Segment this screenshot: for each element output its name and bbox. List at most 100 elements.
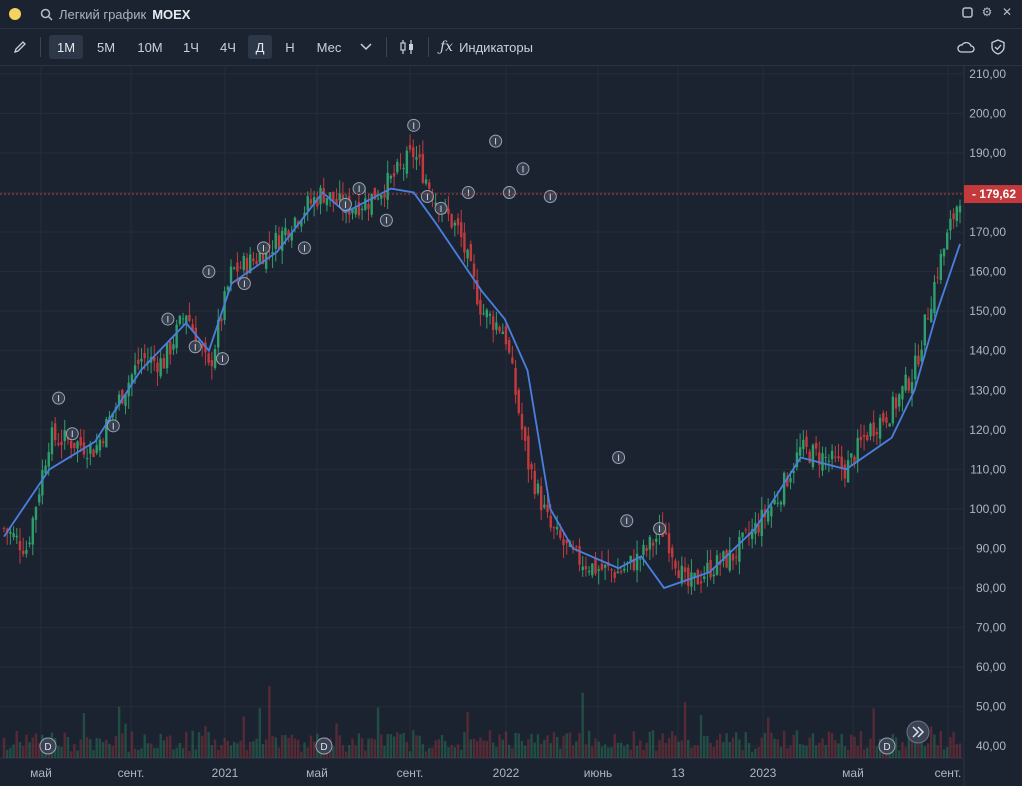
volume-bar xyxy=(383,745,386,758)
volume-bar xyxy=(655,750,658,758)
candle-body xyxy=(674,560,677,569)
shield-icon[interactable] xyxy=(986,35,1010,59)
candle-body xyxy=(229,266,233,284)
volume-bar xyxy=(405,741,409,758)
candle-body xyxy=(827,460,831,462)
candle-body xyxy=(181,318,185,320)
volume-bar xyxy=(830,733,834,758)
info-marker-label: I xyxy=(344,200,347,210)
candle-body xyxy=(309,199,313,204)
period-1h[interactable]: 1Ч xyxy=(176,35,206,59)
candle-body xyxy=(370,193,373,215)
gear-icon[interactable]: ⚙ xyxy=(980,5,994,19)
candle-body xyxy=(703,576,706,579)
price-tick-label: 190,00 xyxy=(969,146,1006,160)
volume-bar xyxy=(898,750,901,758)
candle-body xyxy=(623,568,626,571)
window-icon[interactable] xyxy=(960,5,974,19)
candle-body xyxy=(306,196,309,211)
candle-body xyxy=(683,567,687,572)
candle-body xyxy=(479,299,482,315)
price-tick-label: 210,00 xyxy=(969,67,1006,81)
volume-bar xyxy=(571,745,575,758)
period-10m[interactable]: 10М xyxy=(130,35,170,59)
candle-body xyxy=(380,194,383,199)
volume-bar xyxy=(367,738,370,758)
candle-body xyxy=(846,460,850,483)
candle-body xyxy=(530,464,533,470)
candle-body xyxy=(169,341,172,355)
volume-bar xyxy=(594,738,597,758)
price-tick-label: 200,00 xyxy=(969,106,1006,120)
period-1m[interactable]: 1М xyxy=(49,35,83,59)
candle-body xyxy=(28,542,31,545)
volume-bar xyxy=(763,732,767,758)
period-day[interactable]: Д xyxy=(248,35,272,59)
cloud-icon[interactable] xyxy=(954,35,978,59)
close-icon[interactable]: ✕ xyxy=(1000,5,1014,19)
volume-bar xyxy=(824,745,827,758)
candle-body xyxy=(789,478,792,483)
volume-bar xyxy=(146,743,150,758)
volume-bar xyxy=(252,741,255,758)
time-tick-label: сент. xyxy=(935,766,962,780)
chevron-down-icon[interactable] xyxy=(354,35,378,59)
volume-bar xyxy=(66,736,70,758)
candle-body xyxy=(770,506,773,517)
fx-icon: ƒx xyxy=(440,39,454,55)
volume-bar xyxy=(261,744,265,758)
volume-bar xyxy=(255,738,258,758)
candle-body xyxy=(600,563,604,570)
candle-body xyxy=(811,444,815,468)
volume-bar xyxy=(814,745,818,758)
candles-icon[interactable] xyxy=(394,35,420,59)
volume-bar xyxy=(264,739,268,758)
candle-body xyxy=(428,182,431,189)
volume-bar xyxy=(645,742,648,758)
volume-bar xyxy=(856,745,859,758)
ticker-search[interactable]: Легкий график MOEX xyxy=(40,5,190,23)
candle-body xyxy=(172,344,175,350)
volume-bar xyxy=(501,739,504,758)
period-week[interactable]: Н xyxy=(278,35,302,59)
volume-bar xyxy=(507,744,511,758)
candle-body xyxy=(389,175,393,179)
volume-bar xyxy=(696,745,700,758)
volume-bar xyxy=(402,733,405,758)
candle-body xyxy=(44,465,47,474)
candle-body xyxy=(699,581,703,584)
volume-bar xyxy=(619,742,623,758)
volume-bar xyxy=(690,747,693,758)
volume-bar xyxy=(805,745,808,758)
volume-bar xyxy=(923,746,927,758)
period-5m[interactable]: 5М xyxy=(89,35,123,59)
volume-bar xyxy=(191,730,194,758)
candle-body xyxy=(159,358,162,377)
indicators-button[interactable]: ƒx Индикаторы xyxy=(440,35,550,59)
volume-bar xyxy=(415,735,418,758)
candle-body xyxy=(779,502,783,505)
volume-bar xyxy=(284,734,287,758)
volume-bar xyxy=(904,747,907,758)
info-marker-label: I xyxy=(303,243,306,253)
volume-bar xyxy=(373,739,377,758)
volume-bar xyxy=(495,747,498,758)
candle-body xyxy=(738,536,741,562)
volume-bar xyxy=(239,740,242,758)
pencil-icon[interactable] xyxy=(8,35,32,59)
candle-body xyxy=(613,572,616,579)
candle-body xyxy=(258,253,261,263)
volume-bar xyxy=(57,745,60,758)
time-tick-label: май xyxy=(30,766,52,780)
candle-body xyxy=(101,441,105,444)
volume-bar xyxy=(245,750,249,758)
volume-bar xyxy=(760,737,763,758)
period-4h[interactable]: 4Ч xyxy=(212,35,244,59)
candle-body xyxy=(34,507,38,520)
price-chart[interactable]: 210,00200,00190,00180,00170,00160,00150,… xyxy=(0,66,1022,786)
volume-bar xyxy=(712,747,716,758)
volume-bar xyxy=(734,732,738,758)
period-month[interactable]: Мес xyxy=(308,35,350,59)
volume-bar xyxy=(942,749,946,758)
volume-bar xyxy=(178,743,182,758)
